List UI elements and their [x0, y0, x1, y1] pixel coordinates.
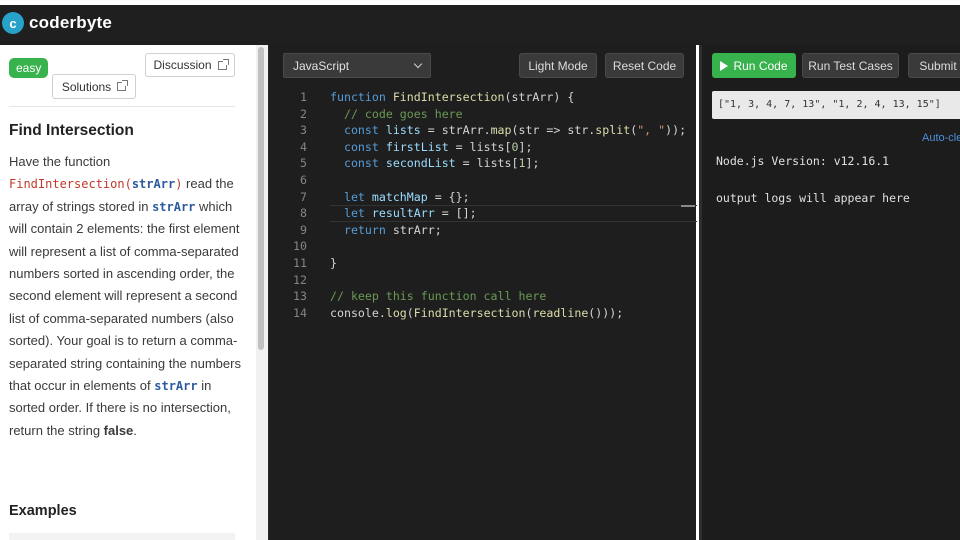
output-panel: Run Code Run Test Cases Submit ["1, 3, 4…	[699, 45, 960, 540]
logo-icon: c	[2, 12, 24, 34]
code-editor-panel: JavaScript Light Mode Reset Code 1 functi…	[268, 45, 697, 540]
code-line: 5 const secondList = lists[1];	[300, 156, 540, 171]
solutions-label: Solutions	[61, 79, 112, 94]
light-mode-button[interactable]: Light Mode	[519, 53, 597, 78]
logo-text: coderbyte	[29, 13, 113, 32]
discussion-label: Discussion	[153, 58, 212, 72]
code-area[interactable]: 1 function FindIntersection (strArr) { 2 /…	[269, 89, 697, 321]
function-name: FindIntersection(strArr)	[9, 177, 183, 192]
difficulty-badge: easy	[9, 58, 49, 78]
problem-panel: easy Discussion Solutions Find Intersect…	[0, 45, 256, 540]
code-line: 7 let matchMap = {};	[300, 189, 470, 204]
divider	[9, 106, 235, 107]
run-code-button[interactable]: Run Code	[712, 53, 796, 78]
play-icon	[720, 60, 729, 71]
false-keyword: false	[103, 422, 134, 438]
problem-description: Have the function FindIntersection(strAr…	[9, 154, 241, 438]
code-line: 1 function FindIntersection (strArr) {	[300, 90, 575, 104]
test-input-field[interactable]: ["1, 3, 4, 7, 13", "1, 2, 4, 13, 15"]	[712, 91, 960, 119]
code-line: 11}	[293, 255, 337, 270]
run-test-cases-button[interactable]: Run Test Cases	[802, 53, 899, 78]
code-variable: strArr	[154, 379, 198, 394]
code-line: 14 console. log(FindIntersection(readline(…	[293, 305, 624, 320]
examples-box	[9, 533, 235, 540]
code-line: 12	[293, 272, 307, 287]
code-line: 2 // code goes here	[300, 106, 463, 121]
coderbyte-logo[interactable]: c coderbyte	[2, 12, 112, 34]
solutions-button[interactable]: Solutions	[52, 74, 136, 99]
code-line: 13// keep this function call here	[293, 289, 547, 304]
run-code-label: Run Code	[733, 58, 788, 73]
submit-button[interactable]: Submit	[908, 53, 960, 78]
top-strip	[0, 0, 960, 5]
code-line: 10	[293, 239, 307, 254]
code-line: 6	[300, 172, 307, 187]
auto-clear-toggle[interactable]: Auto-cle	[922, 132, 960, 144]
code-line: 4 const firstList = lists[0];	[300, 139, 533, 154]
language-select[interactable]: JavaScript	[283, 53, 431, 78]
left-scrollbar[interactable]	[256, 45, 268, 540]
chevron-down-icon	[413, 59, 423, 69]
code-line: 9 return strArr;	[300, 222, 442, 237]
discussion-button[interactable]: Discussion	[145, 53, 235, 77]
examples-heading: Examples	[9, 503, 77, 519]
code-line: 3 const lists = strArr. map (str => str. sp…	[300, 123, 687, 138]
reset-code-button[interactable]: Reset Code	[605, 53, 684, 78]
external-link-icon	[117, 80, 129, 91]
code-variable: strArr	[152, 199, 196, 214]
top-bar: c coderbyte	[0, 0, 960, 45]
output-logs-placeholder: output logs will appear here	[716, 191, 910, 205]
scrollbar-thumb[interactable]	[258, 47, 264, 350]
external-link-icon	[217, 58, 229, 70]
problem-title: Find Intersection	[9, 122, 134, 139]
language-value: JavaScript	[293, 59, 350, 73]
node-version-text: Node.js Version: v12.16.1	[716, 154, 890, 168]
code-line: 8 let resultArr = [];	[300, 206, 477, 221]
